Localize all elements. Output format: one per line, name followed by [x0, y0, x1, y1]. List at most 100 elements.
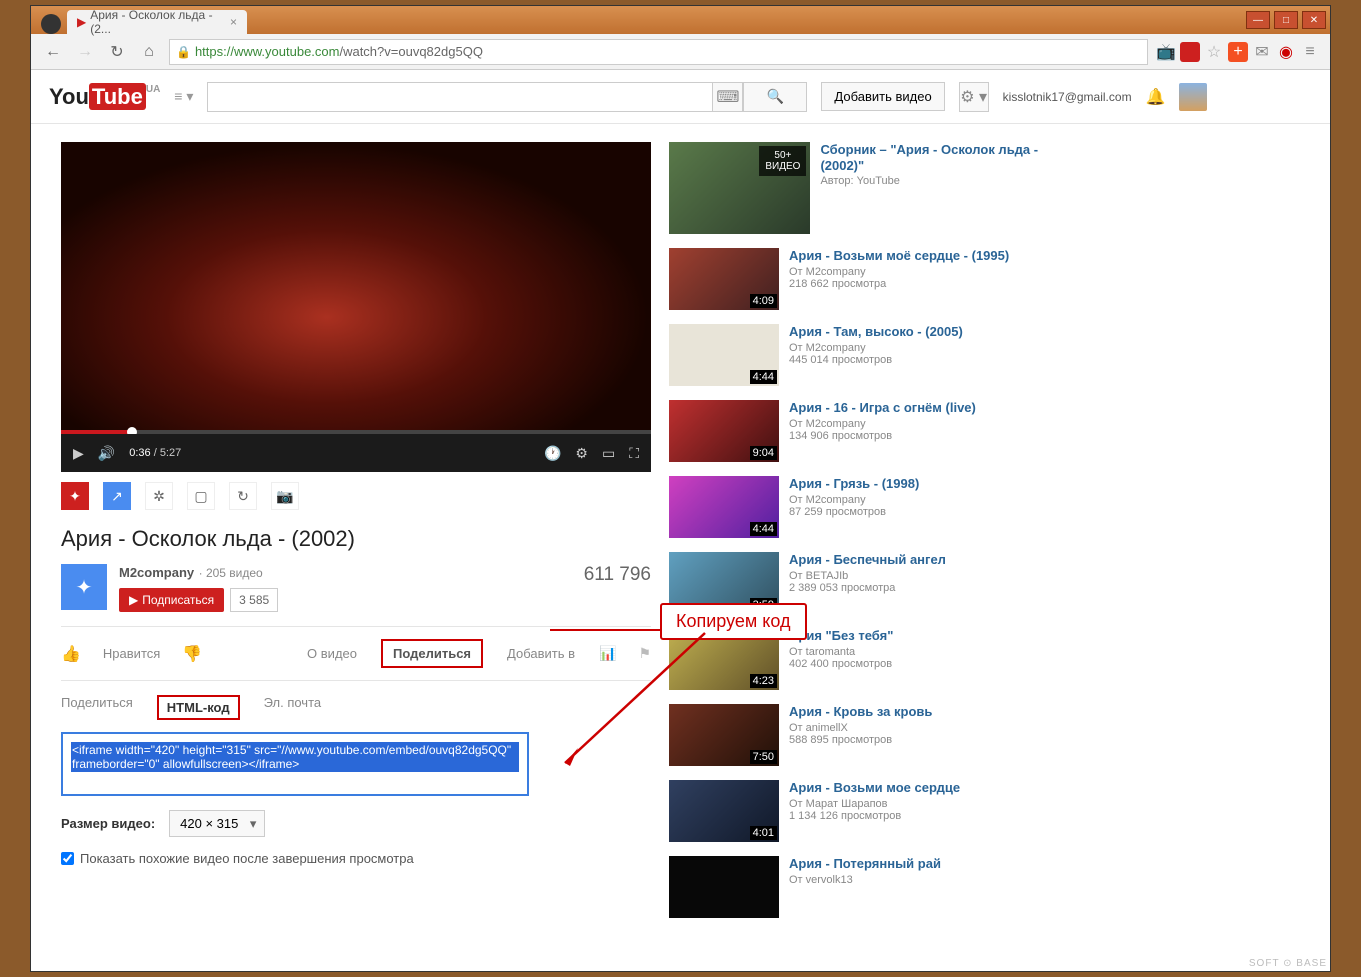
tab-add-to[interactable]: Добавить в [505, 640, 577, 667]
url-bar[interactable]: 🔒 https://www.youtube.com/watch?v=ouvq82… [169, 39, 1148, 65]
share-tab-html[interactable]: HTML-код [157, 695, 240, 720]
guide-menu-icon[interactable]: ≡ ▾ [174, 88, 193, 105]
tab-about[interactable]: О видео [305, 640, 359, 667]
window-controls: — □ ✕ [1246, 11, 1326, 29]
recommendation-item[interactable]: 4:44 Ария - Там, высоко - (2005) От M2comp… [669, 324, 1049, 386]
video-thumbnail: 50+ ВИДЕО [669, 142, 810, 234]
thumb-up-icon[interactable]: 👍 [61, 644, 81, 664]
channel-name[interactable]: M2company [119, 565, 194, 580]
action-camera-icon[interactable]: 📷 [271, 482, 299, 510]
minimize-button[interactable]: — [1246, 11, 1270, 29]
volume-icon[interactable]: 🔊 [98, 445, 115, 462]
recommendation-item[interactable]: 4:44Ария - Грязь - (1998)От M2company87 … [669, 476, 1049, 538]
tab-title: Ария - Осколок льда - (2... [90, 8, 222, 36]
video-thumbnail: 9:04 [669, 400, 779, 462]
forward-button[interactable]: → [73, 40, 97, 64]
extension-icon[interactable] [1180, 42, 1200, 62]
rec-title: Ария - Беспечный ангел [789, 552, 946, 568]
flag-icon[interactable]: ⚑ [638, 645, 651, 662]
watermark: SOFT ⊙ BASE [1249, 958, 1327, 969]
rec-title: Ария - Там, высоко - (2005) [789, 324, 963, 340]
recommendation-item[interactable]: 4:01Ария - Возьми мое сердцеОт Марат Шар… [669, 780, 1049, 842]
recommendation-item[interactable]: 50+ ВИДЕО Сборник – "Ария - Осколок льда… [669, 142, 1049, 234]
rec-author: От M2company [789, 342, 963, 354]
video-thumbnail: 4:44 [669, 476, 779, 538]
home-button[interactable]: ⌂ [137, 40, 161, 64]
keyboard-icon[interactable]: ⌨ [713, 82, 743, 112]
menu-icon[interactable]: ≡ [1300, 42, 1320, 62]
rec-views: 588 895 просмотров [789, 734, 932, 746]
like-label[interactable]: Нравится [103, 646, 160, 661]
recommendation-item[interactable]: Ария - Потерянный райОт vervolk13 [669, 856, 1049, 918]
action-btn-1[interactable]: ✦ [61, 482, 89, 510]
duration-badge: 4:01 [750, 826, 777, 840]
related-checkbox[interactable] [61, 852, 74, 865]
reload-button[interactable]: ↻ [105, 40, 129, 64]
extension-tray: 📺 ☆ + ✉ ◉ ≡ [1156, 42, 1320, 62]
avatar[interactable] [1179, 83, 1207, 111]
video-frame [61, 142, 651, 434]
duration-badge: 7:50 [750, 750, 777, 764]
page-content: YouTubeUA ≡ ▾ ⌨ 🔍 Добавить видео ⚙ ▾ kis… [31, 70, 1330, 971]
app-icon [41, 14, 61, 34]
search-button[interactable]: 🔍 [743, 82, 807, 112]
action-loop-icon[interactable]: ↻ [229, 482, 257, 510]
yt-header: YouTubeUA ≡ ▾ ⌨ 🔍 Добавить видео ⚙ ▾ kis… [31, 70, 1330, 124]
action-bar: ✦ ↗ ✲ ▢ ↻ 📷 [61, 472, 651, 520]
bell-icon[interactable]: 🔔 [1146, 87, 1166, 107]
share-tab-email[interactable]: Эл. почта [264, 695, 322, 720]
duration-badge: 4:44 [750, 370, 777, 384]
play-icon[interactable]: ▶ [73, 445, 84, 462]
fullscreen-icon[interactable]: ⛶ [629, 445, 639, 462]
tab-strip: ▶ Ария - Осколок льда - (2... × [35, 6, 247, 34]
video-player[interactable]: ▶ 🔊 0:36 / 5:27 🕐 ⚙ ▭ ⛶ [61, 142, 651, 472]
stats-icon[interactable]: 📊 [599, 645, 616, 662]
watch-later-icon[interactable]: 🕐 [544, 445, 561, 462]
embed-code-textarea[interactable]: <iframe width="420" height="315" src="//… [61, 732, 529, 796]
rec-author: Автор: YouTube [820, 175, 1049, 187]
rec-title: Ария - Кровь за кровь [789, 704, 932, 720]
settings-icon[interactable]: ⚙ [575, 445, 588, 462]
user-email[interactable]: kisslotnik17@gmail.com [1003, 90, 1132, 104]
channel-row: ✦ M2company · 205 видео ▶ Подписаться 3 … [61, 564, 651, 627]
rec-views: 218 662 просмотра [789, 278, 1009, 290]
share-tab-link[interactable]: Поделиться [61, 695, 133, 720]
youtube-logo[interactable]: YouTubeUA [49, 84, 160, 110]
size-select[interactable]: 420 × 315 [169, 810, 265, 837]
rec-title: Ария - Возьми моё сердце - (1995) [789, 248, 1009, 264]
star-icon[interactable]: ☆ [1204, 42, 1224, 62]
channel-avatar[interactable]: ✦ [61, 564, 107, 610]
theater-icon[interactable]: ▭ [602, 445, 615, 462]
subscriber-count: 3 585 [230, 588, 278, 612]
rec-views: 2 389 053 просмотра [789, 582, 946, 594]
search-input[interactable] [207, 82, 713, 112]
action-rect-icon[interactable]: ▢ [187, 482, 215, 510]
browser-tab[interactable]: ▶ Ария - Осколок льда - (2... × [67, 10, 247, 34]
recommendations-sidebar: 50+ ВИДЕО Сборник – "Ария - Осколок льда… [669, 142, 1049, 932]
extension-icon[interactable]: 📺 [1156, 42, 1176, 62]
action-gear-icon[interactable]: ✲ [145, 482, 173, 510]
recommendation-item[interactable]: 4:09Ария - Возьми моё сердце - (1995)От … [669, 248, 1049, 310]
rec-author: От M2company [789, 266, 1009, 278]
rec-author: От BETAJIb [789, 570, 946, 582]
mail-icon[interactable]: ✉ [1252, 42, 1272, 62]
maximize-button[interactable]: □ [1274, 11, 1298, 29]
rec-title: Ария - Потерянный рай [789, 856, 941, 872]
thumb-down-icon[interactable]: 👎 [182, 644, 202, 664]
recommendation-item[interactable]: 9:04Ария - 16 - Игра с огнём (live)От M2… [669, 400, 1049, 462]
extension-icon[interactable]: ◉ [1276, 42, 1296, 62]
close-button[interactable]: ✕ [1302, 11, 1326, 29]
tab-share[interactable]: Поделиться [381, 639, 483, 668]
annotation-callout: Копируем код [660, 603, 807, 640]
extension-icon[interactable]: + [1228, 42, 1248, 62]
action-btn-2[interactable]: ↗ [103, 482, 131, 510]
video-thumbnail: 4:44 [669, 324, 779, 386]
settings-gear-icon[interactable]: ⚙ ▾ [959, 82, 989, 112]
upload-button[interactable]: Добавить видео [821, 82, 944, 111]
subscribe-button[interactable]: ▶ Подписаться [119, 588, 224, 612]
back-button[interactable]: ← [41, 40, 65, 64]
tab-close-icon[interactable]: × [230, 15, 237, 29]
browser-window: ▶ Ария - Осколок льда - (2... × — □ ✕ ← … [30, 5, 1331, 972]
recommendation-item[interactable]: 7:50Ария - Кровь за кровьОт animellX588 … [669, 704, 1049, 766]
rec-author: От taromanta [789, 646, 893, 658]
